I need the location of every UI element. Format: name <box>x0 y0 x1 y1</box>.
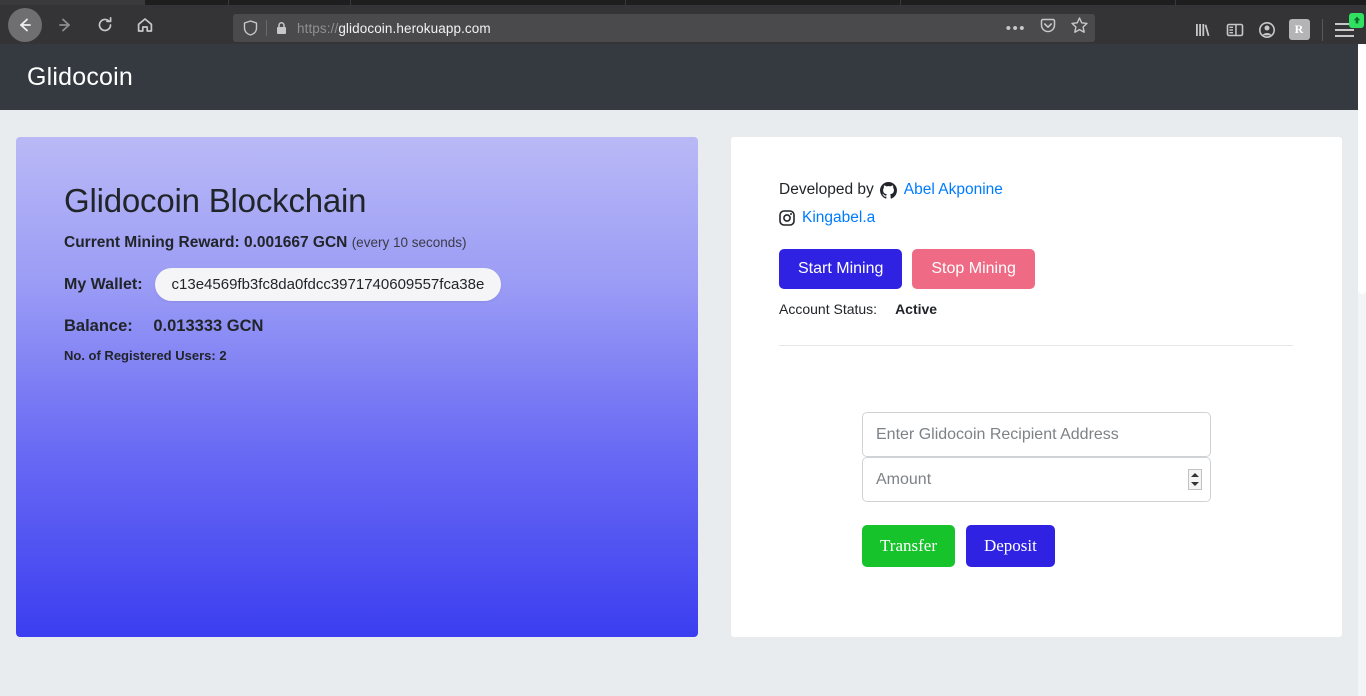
sidebar-icon[interactable] <box>1219 14 1251 46</box>
lock-icon[interactable] <box>275 21 288 36</box>
urlbar-actions: ••• <box>1006 14 1089 42</box>
scrollbar-thumb[interactable] <box>1358 44 1366 294</box>
site-brand[interactable]: Glidocoin <box>27 63 133 92</box>
content-row: Glidocoin Blockchain Current Mining Rewa… <box>0 110 1366 637</box>
account-icon[interactable] <box>1251 14 1283 46</box>
extension-badge-label: R <box>1288 19 1310 40</box>
url-text[interactable]: https://glidocoin.herokuapp.com <box>297 21 491 36</box>
deposit-button[interactable]: Deposit <box>965 525 1055 567</box>
panel-card: Developed by Abel Akponine Kingabel.a St… <box>731 137 1342 637</box>
extension-badge[interactable]: R <box>1283 14 1315 46</box>
update-available-icon <box>1349 12 1364 28</box>
page-title: Glidocoin Blockchain <box>64 182 367 219</box>
github-icon <box>879 181 897 199</box>
section-divider <box>779 345 1293 346</box>
library-icon[interactable] <box>1187 14 1219 46</box>
start-mining-button[interactable]: Start Mining <box>779 249 903 289</box>
instagram-icon <box>779 210 795 226</box>
home-button[interactable] <box>128 8 162 42</box>
developed-by-label: Developed by <box>779 181 874 198</box>
balance-row: Balance: 0.013333 GCN <box>64 317 698 336</box>
reload-button[interactable] <box>88 8 122 42</box>
account-status-row: Account Status: Active <box>779 301 1342 317</box>
address-bar[interactable]: https://glidocoin.herokuapp.com ••• <box>233 14 1095 42</box>
instagram-link[interactable]: Kingabel.a <box>802 209 875 227</box>
amount-field-wrapper <box>862 457 1211 502</box>
mining-reward-interval: (every 10 seconds) <box>351 235 467 250</box>
instagram-line: Kingabel.a <box>779 209 1342 227</box>
mining-reward-label: Current Mining Reward: 0.001667 GCN <box>64 234 348 251</box>
developer-link[interactable]: Abel Akponine <box>904 181 1003 199</box>
mining-reward-line: Current Mining Reward: 0.001667 GCN (eve… <box>64 234 698 252</box>
wallet-address-value[interactable]: c13e4569fb3fc8da0fdcc3971740609557fca38e <box>154 268 502 301</box>
wallet-row: My Wallet: c13e4569fb3fc8da0fdcc39717406… <box>64 268 698 301</box>
pocket-icon[interactable] <box>1039 17 1057 40</box>
balance-label: Balance: <box>64 317 133 335</box>
tracking-protection-shield-icon[interactable] <box>243 20 258 36</box>
transfer-button[interactable]: Transfer <box>862 525 955 567</box>
action-buttons: Transfer Deposit <box>862 525 1211 567</box>
back-button[interactable] <box>8 7 42 42</box>
wallet-label: My Wallet: <box>64 275 143 293</box>
home-icon <box>137 17 153 32</box>
forward-button[interactable] <box>48 8 82 42</box>
bookmark-star-icon[interactable] <box>1070 16 1089 40</box>
balance-value: 0.013333 GCN <box>153 317 264 335</box>
mining-buttons: Start Mining Stop Mining <box>779 249 1342 289</box>
stepper-up-icon[interactable] <box>1191 472 1199 477</box>
transfer-form: Transfer Deposit <box>862 412 1211 567</box>
developed-by-line: Developed by Abel Akponine <box>779 181 1342 199</box>
site-navbar: Glidocoin <box>0 44 1366 110</box>
urlbar-divider <box>266 20 267 36</box>
browser-chrome: https://glidocoin.herokuapp.com ••• R <box>0 0 1366 44</box>
account-status-value: Active <box>895 301 938 317</box>
stepper-down-icon[interactable] <box>1191 482 1199 487</box>
amount-input[interactable] <box>862 457 1211 502</box>
page-actions-ellipsis-icon[interactable]: ••• <box>1006 21 1026 36</box>
stop-mining-button[interactable]: Stop Mining <box>912 249 1035 289</box>
toolbar-separator <box>1322 18 1323 41</box>
account-status-label: Account Status: <box>779 301 878 317</box>
amount-stepper[interactable] <box>1188 469 1202 490</box>
url-host: glidocoin.herokuapp.com <box>338 20 491 36</box>
page-scrollbar[interactable] <box>1358 44 1366 696</box>
registered-users-count: No. of Registered Users: 2 <box>64 348 227 363</box>
recipient-address-input[interactable] <box>862 412 1211 457</box>
reload-icon <box>98 16 112 31</box>
url-scheme: https:// <box>297 20 339 36</box>
browser-toolbar: https://glidocoin.herokuapp.com ••• R <box>0 5 1366 44</box>
web-page: Glidocoin Glidocoin Blockchain Current M… <box>0 44 1366 696</box>
hamburger-menu-button[interactable] <box>1330 12 1364 46</box>
forward-arrow-icon <box>59 18 70 31</box>
hero-card: Glidocoin Blockchain Current Mining Rewa… <box>16 137 698 637</box>
back-arrow-icon <box>20 18 31 31</box>
